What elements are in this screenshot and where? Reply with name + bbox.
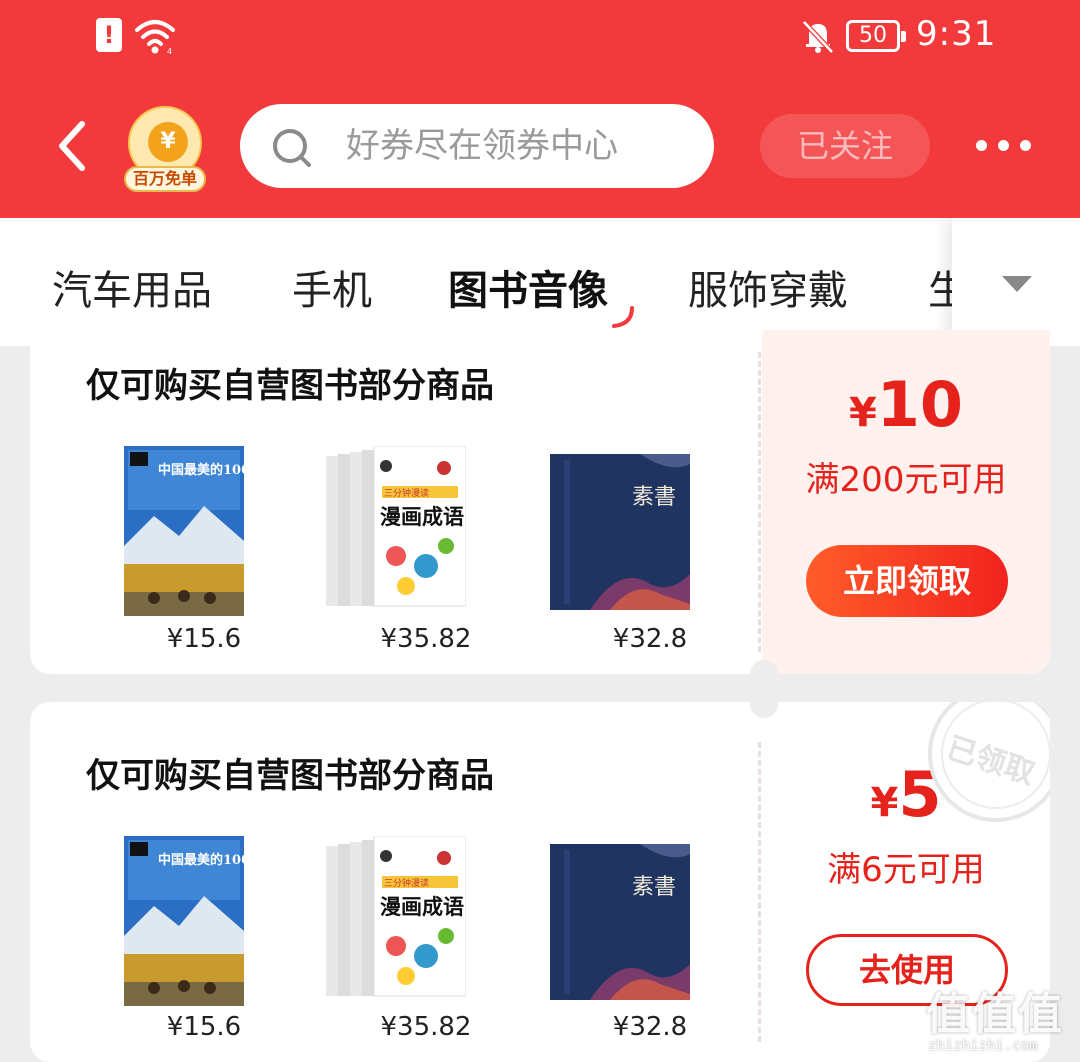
coupon-value-panel: ¥10 满200元可用 立即领取 [762, 330, 1050, 674]
svg-text:4: 4 [167, 47, 172, 56]
tab-books-media[interactable]: 图书音像 [448, 258, 608, 316]
sim-alert-icon [96, 18, 122, 52]
use-coupon-button[interactable]: 去使用 [806, 934, 1008, 1006]
svg-text:已领取: 已领取 [942, 731, 1038, 792]
svg-text:三分钟漫读: 三分钟漫读 [384, 487, 429, 499]
currency-symbol: ¥ [848, 390, 877, 436]
book-cover-title: 漫画成语 [380, 895, 464, 919]
claim-coupon-button[interactable]: 立即领取 [806, 545, 1008, 617]
ticket-notch [750, 690, 778, 718]
ticket-notch [750, 660, 778, 688]
tab-phones[interactable]: 手机 [292, 258, 372, 316]
search-bar[interactable]: 好券尽在领券中心 [240, 104, 714, 188]
mute-bell-icon [802, 20, 834, 54]
search-placeholder: 好券尽在领券中心 [346, 126, 618, 166]
claimed-stamp: 已领取 [928, 702, 1050, 822]
book-cover-title: 素書 [632, 875, 676, 900]
book-price: ¥32.8 [612, 624, 688, 654]
tab-apparel[interactable]: 服饰穿戴 [688, 258, 848, 316]
category-tabs: 汽车用品 手机 图书音像 服饰穿戴 生 [0, 218, 1080, 346]
book-cover-title: 素書 [632, 485, 676, 510]
status-time: 9:31 [916, 14, 997, 54]
badge-label: 百万免单 [124, 166, 206, 192]
book-price: ¥15.6 [166, 624, 242, 654]
coupon-card: 仅可购买自营图书部分商品 中国最美的100个地方 ¥15.6 三分钟漫读 漫画成… [30, 330, 1050, 674]
book-cover-image[interactable]: 三分钟漫读 漫画成语 [326, 446, 466, 618]
wifi-icon: 4 [135, 20, 175, 56]
active-tab-indicator [612, 306, 634, 328]
amount-value: 10 [876, 368, 964, 441]
book-cover-image[interactable]: 中国最美的100个地方 [114, 836, 254, 1006]
coupon-title: 仅可购买自营图书部分商品 [86, 366, 494, 406]
coupon-title: 仅可购买自营图书部分商品 [86, 756, 494, 796]
book-price: ¥32.8 [612, 1012, 688, 1042]
more-menu-icon[interactable] [976, 140, 1032, 152]
book-cover-title: 漫画成语 [380, 505, 464, 529]
free-order-badge[interactable]: ¥ 百万免单 [124, 106, 206, 192]
book-price: ¥35.82 [380, 624, 472, 654]
battery-indicator: 50 [846, 20, 906, 52]
search-icon [273, 129, 311, 167]
chevron-down-icon[interactable] [998, 268, 1036, 298]
coupon-card: 仅可购买自营图书部分商品 中国最美的100个地方 ¥15.6 三分钟漫读 漫画成… [30, 702, 1050, 1062]
book-cover-image[interactable]: 三分钟漫读 漫画成语 [326, 836, 466, 1008]
book-cover-image[interactable]: 中国最美的100个地方 [114, 446, 254, 616]
svg-text:三分钟漫读: 三分钟漫读 [384, 877, 429, 889]
book-cover-image[interactable]: 素書 [550, 454, 690, 610]
book-cover-title: 中国最美的100个地方 [158, 852, 254, 868]
coupon-condition: 满200元可用 [805, 460, 1007, 500]
back-arrow-icon[interactable] [52, 118, 92, 174]
tab-car-supplies[interactable]: 汽车用品 [52, 258, 212, 316]
header-bar: 4 50 9:31 ¥ 百万免单 好券尽在领券中心 已关注 [0, 0, 1080, 218]
follow-button[interactable]: 已关注 [760, 114, 930, 178]
coupon-amount: ¥10 [762, 368, 1050, 441]
book-price: ¥15.6 [166, 1012, 242, 1042]
book-price: ¥35.82 [380, 1012, 472, 1042]
coin-symbol: ¥ [148, 122, 188, 162]
status-bar: 4 50 9:31 [0, 0, 1080, 80]
book-cover-image[interactable]: 素書 [550, 844, 690, 1000]
book-cover-title: 中国最美的100个地方 [158, 462, 254, 478]
